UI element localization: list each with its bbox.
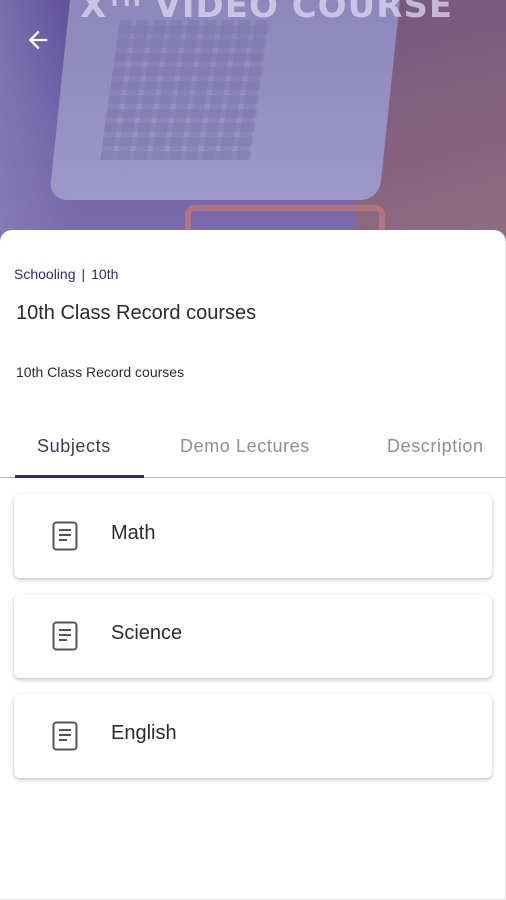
active-tab-indicator: [15, 475, 144, 478]
tab-description[interactable]: Description: [387, 436, 484, 457]
subject-label: Science: [111, 622, 183, 644]
tab-demo-lectures[interactable]: Demo Lectures: [180, 436, 310, 457]
hero-title: Xᵀᴴ VIDEO COURSE: [80, 0, 454, 26]
subject-item-english[interactable]: English: [14, 694, 492, 778]
document-icon: [52, 621, 78, 651]
breadcrumb-category: Schooling: [14, 266, 76, 282]
course-title: 10th Class Record courses: [16, 302, 257, 324]
hero-banner: Xᵀᴴ VIDEO COURSE: [0, 0, 506, 250]
tab-bar: Subjects Demo Lectures Description: [0, 428, 506, 478]
course-subtitle: 10th Class Record courses: [16, 364, 185, 380]
breadcrumb-grade: 10th: [91, 266, 119, 282]
arrow-left-icon: [28, 30, 48, 50]
breadcrumb-separator: |: [81, 266, 86, 282]
hero-keyboard-shape: [100, 20, 270, 160]
subject-label: English: [111, 722, 177, 744]
breadcrumb: Schooling | 10th: [14, 266, 118, 282]
tab-subjects[interactable]: Subjects: [37, 436, 111, 457]
back-button[interactable]: [18, 20, 58, 60]
document-icon: [52, 521, 78, 551]
document-icon: [52, 721, 78, 751]
subject-item-math[interactable]: Math: [14, 494, 492, 578]
course-details-card: Schooling | 10th 10th Class Record cours…: [0, 230, 506, 900]
subject-item-science[interactable]: Science: [14, 594, 492, 678]
subject-label: Math: [111, 522, 156, 544]
